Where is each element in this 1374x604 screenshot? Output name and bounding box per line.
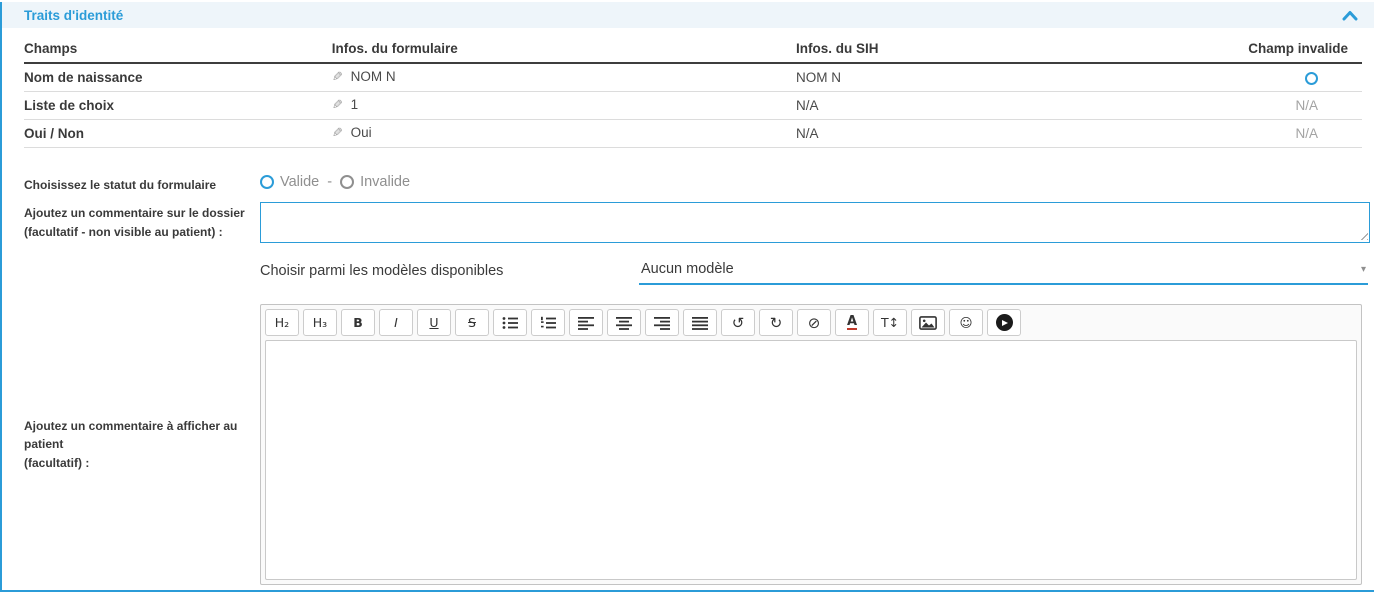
table-row: Oui / Non ✎ Oui N/A N/A bbox=[24, 119, 1362, 147]
sih-value: N/A bbox=[796, 119, 1235, 147]
valide-label: Valide bbox=[280, 174, 319, 190]
patient-comment-row: Ajoutez un commentaire à afficher au pat… bbox=[24, 304, 1374, 585]
field-name: Nom de naissance bbox=[24, 63, 332, 91]
align-right-button[interactable] bbox=[645, 309, 679, 336]
patient-comment-editor[interactable] bbox=[265, 340, 1357, 580]
form-value-cell: ✎ NOM N bbox=[332, 63, 796, 91]
champ-invalide-radio[interactable] bbox=[1305, 72, 1318, 85]
underline-button[interactable]: U bbox=[417, 309, 451, 336]
patient-comment-label: Ajoutez un commentaire à afficher au pat… bbox=[24, 417, 260, 473]
text-color-button[interactable]: A bbox=[835, 309, 869, 336]
video-button[interactable] bbox=[987, 309, 1021, 336]
form-value: NOM N bbox=[351, 69, 396, 84]
editor-toolbar: H₂ H₃ B I U S bbox=[265, 309, 1357, 336]
sih-value: N/A bbox=[796, 91, 1235, 119]
identity-panel: Traits d'identité Champs Infos. du formu… bbox=[0, 2, 1374, 592]
pencil-icon[interactable]: ✎ bbox=[332, 125, 343, 141]
column-header-champs: Champs bbox=[24, 38, 332, 63]
invalid-na: N/A bbox=[1235, 91, 1362, 119]
sih-value: NOM N bbox=[796, 63, 1235, 91]
image-icon bbox=[919, 316, 937, 330]
status-row: Choisissez le statut du formulaire Valid… bbox=[24, 174, 1374, 195]
table-header-row: Champs Infos. du formulaire Infos. du SI… bbox=[24, 38, 1362, 63]
collapse-button[interactable] bbox=[1342, 10, 1358, 21]
align-center-icon bbox=[616, 316, 632, 330]
chevron-up-icon bbox=[1342, 10, 1358, 21]
invalide-label: Invalide bbox=[360, 174, 410, 190]
column-header-sih: Infos. du SIH bbox=[796, 38, 1235, 63]
bold-button[interactable]: B bbox=[341, 309, 375, 336]
template-row: Choisir parmi les modèles disponibles Au… bbox=[260, 261, 1368, 285]
justify-button[interactable] bbox=[683, 309, 717, 336]
radio-separator: - bbox=[327, 174, 332, 190]
heading2-button[interactable]: H₂ bbox=[265, 309, 299, 336]
emoji-button[interactable]: ☺ bbox=[949, 309, 983, 336]
form-value: 1 bbox=[351, 97, 359, 112]
ordered-list-button[interactable] bbox=[531, 309, 565, 336]
align-left-icon bbox=[578, 316, 594, 330]
unordered-list-icon bbox=[502, 316, 518, 330]
status-radio-group: Valide - Invalide bbox=[260, 174, 410, 190]
unordered-list-button[interactable] bbox=[493, 309, 527, 336]
table-row: Nom de naissance ✎ NOM N NOM N bbox=[24, 63, 1362, 91]
redo-button[interactable]: ↻ bbox=[759, 309, 793, 336]
image-button[interactable] bbox=[911, 309, 945, 336]
heading3-button[interactable]: H₃ bbox=[303, 309, 337, 336]
text-size-button[interactable]: T↕ bbox=[873, 309, 907, 336]
ordered-list-icon bbox=[540, 316, 556, 330]
justify-icon bbox=[692, 316, 708, 330]
align-center-button[interactable] bbox=[607, 309, 641, 336]
strikethrough-button[interactable]: S bbox=[455, 309, 489, 336]
invalid-cell bbox=[1235, 63, 1362, 91]
pencil-icon[interactable]: ✎ bbox=[332, 69, 343, 85]
table-row: Liste de choix ✎1 N/A N/A bbox=[24, 91, 1362, 119]
identity-table: Champs Infos. du formulaire Infos. du SI… bbox=[24, 38, 1362, 148]
invalid-na: N/A bbox=[1235, 119, 1362, 147]
align-right-icon bbox=[654, 316, 670, 330]
status-label: Choisissez le statut du formulaire bbox=[24, 174, 260, 195]
play-icon bbox=[996, 314, 1013, 331]
field-name: Liste de choix bbox=[24, 91, 332, 119]
clear-formatting-button[interactable]: ⊘ bbox=[797, 309, 831, 336]
template-select-label: Choisir parmi les modèles disponibles bbox=[260, 263, 639, 285]
invalide-radio[interactable] bbox=[340, 175, 354, 189]
dossier-comment-textarea[interactable] bbox=[260, 202, 1370, 243]
panel-header: Traits d'identité bbox=[2, 2, 1374, 28]
template-select[interactable]: Aucun modèle ▾ bbox=[639, 261, 1368, 285]
pencil-icon[interactable]: ✎ bbox=[332, 97, 343, 113]
column-header-formulaire: Infos. du formulaire bbox=[332, 38, 796, 63]
rich-text-editor: H₂ H₃ B I U S bbox=[260, 304, 1362, 585]
select-arrow-icon: ▾ bbox=[1361, 264, 1366, 275]
italic-button[interactable]: I bbox=[379, 309, 413, 336]
undo-button[interactable]: ↺ bbox=[721, 309, 755, 336]
dossier-comment-row: Ajoutez un commentaire sur le dossier (f… bbox=[24, 202, 1374, 243]
form-value-cell: ✎1 bbox=[332, 91, 796, 119]
form-value-cell: ✎ Oui bbox=[332, 119, 796, 147]
panel-title: Traits d'identité bbox=[24, 8, 123, 23]
template-selected-value: Aucun modèle bbox=[641, 261, 734, 277]
form-value: Oui bbox=[351, 125, 372, 140]
column-header-invalide: Champ invalide bbox=[1235, 38, 1362, 63]
dossier-comment-label: Ajoutez un commentaire sur le dossier (f… bbox=[24, 202, 260, 243]
field-name: Oui / Non bbox=[24, 119, 332, 147]
valide-radio[interactable] bbox=[260, 175, 274, 189]
align-left-button[interactable] bbox=[569, 309, 603, 336]
